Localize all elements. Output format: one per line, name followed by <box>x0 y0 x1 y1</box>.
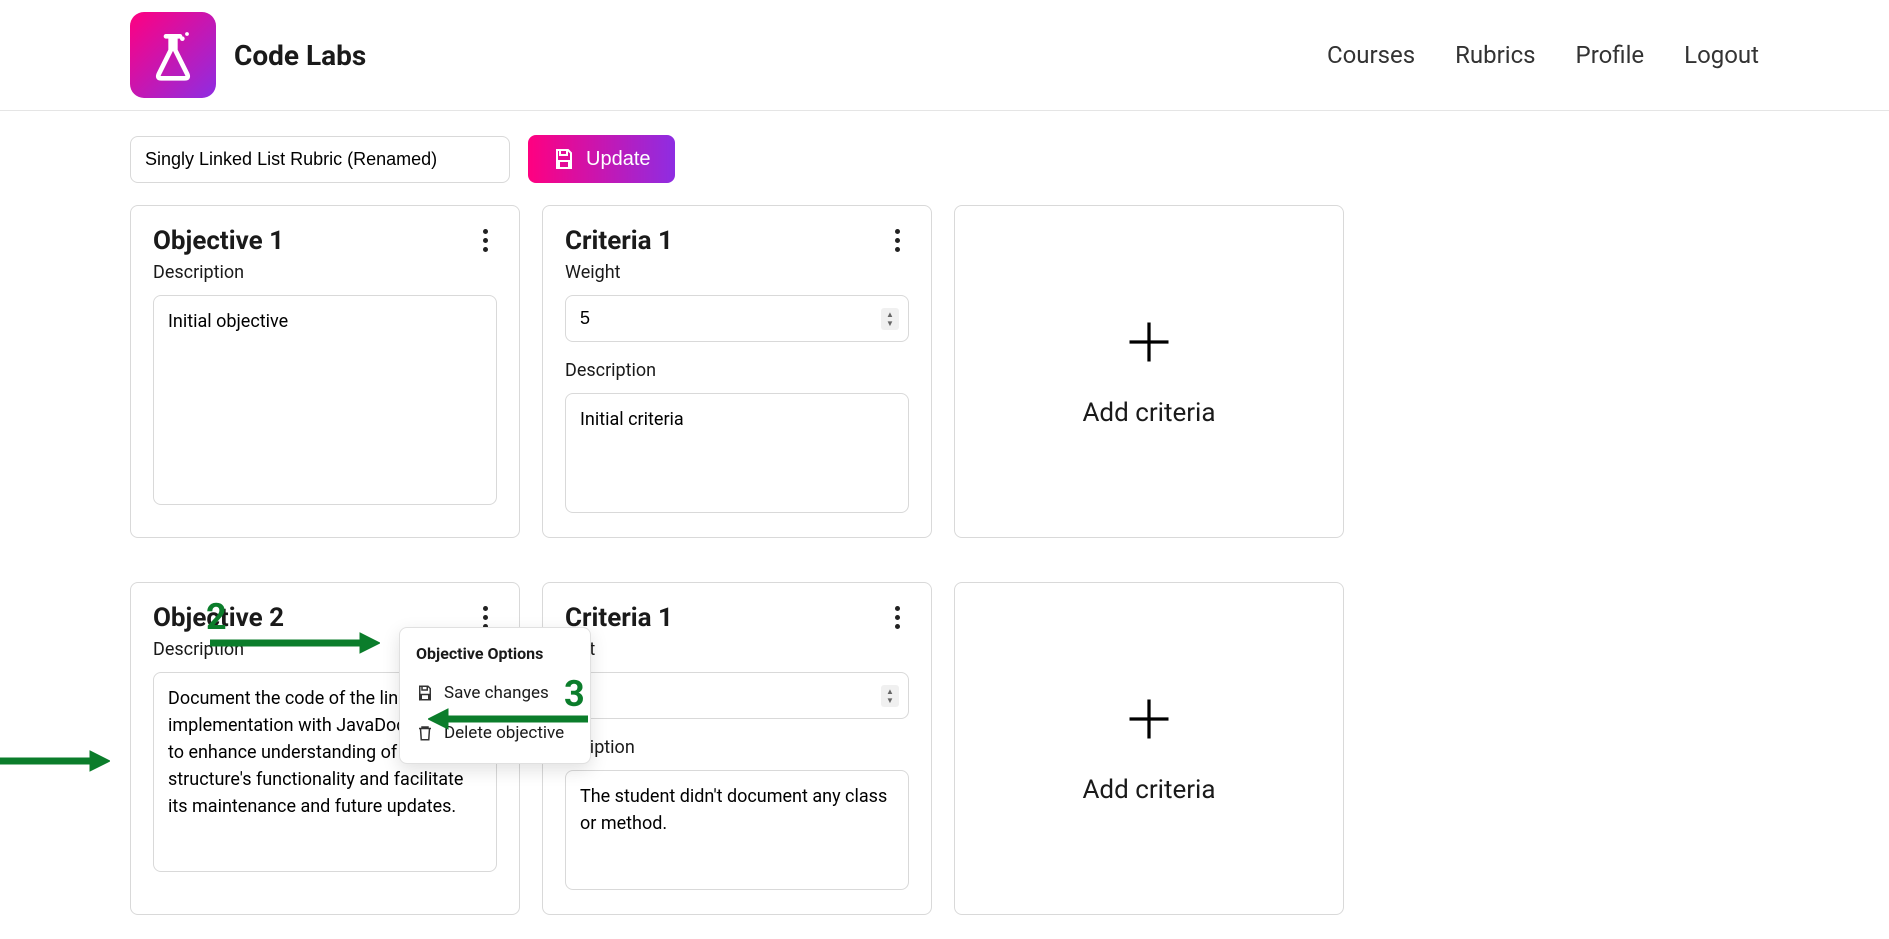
criteria-2-1-menu-icon[interactable] <box>885 603 909 631</box>
row-1: Objective 1 Description Criteria 1 Weigh… <box>130 205 1759 538</box>
flask-icon <box>145 27 201 83</box>
save-icon <box>416 684 434 702</box>
criteria-1-1-weight-label: Weight <box>565 262 909 283</box>
criteria-1-1-weight-input[interactable] <box>565 295 909 342</box>
main-container: Update Objective 1 Description Criteria … <box>0 111 1889 939</box>
criteria-1-1-desc-label: Description <box>565 360 909 381</box>
popup-delete-objective[interactable]: Delete objective <box>400 713 590 753</box>
criteria-2-1-weight-input[interactable] <box>565 672 909 719</box>
objective-1-title: Objective 1 <box>153 226 284 256</box>
rows: Objective 1 Description Criteria 1 Weigh… <box>130 205 1759 915</box>
plus-icon <box>1123 693 1175 745</box>
add-criteria-2[interactable]: Add criteria <box>954 582 1344 915</box>
criteria-2-1-weight-label: ight <box>565 639 909 660</box>
plus-icon <box>1123 316 1175 368</box>
popup-delete-label: Delete objective <box>444 723 564 743</box>
annotation-1-arrow <box>0 749 110 773</box>
criteria-2-1-desc-input[interactable] <box>565 770 909 890</box>
objective-options-popup: Objective Options Save changes Delete ob… <box>399 627 591 764</box>
add-criteria-1[interactable]: Add criteria <box>954 205 1344 538</box>
criteria-1-1-desc-input[interactable] <box>565 393 909 513</box>
nav-links: Courses Rubrics Profile Logout <box>1327 41 1759 69</box>
popup-save-label: Save changes <box>444 683 549 703</box>
row-2: Objective 2 Description Objective Option… <box>130 582 1759 915</box>
popup-save-changes[interactable]: Save changes <box>400 673 590 713</box>
brand-name: Code Labs <box>234 39 366 72</box>
objective-1-card: Objective 1 Description <box>130 205 520 538</box>
rubric-header-row: Update <box>130 135 1759 183</box>
add-criteria-1-label: Add criteria <box>1082 398 1215 428</box>
criteria-1-1-title: Criteria 1 <box>565 226 673 256</box>
save-icon <box>552 147 576 171</box>
brand: Code Labs <box>130 12 366 98</box>
stepper-icon[interactable]: ▲▼ <box>881 685 899 707</box>
objective-1-menu-icon[interactable] <box>473 226 497 254</box>
stepper-icon[interactable]: ▲▼ <box>881 308 899 330</box>
nav-profile[interactable]: Profile <box>1576 41 1645 69</box>
update-label: Update <box>586 148 651 171</box>
add-criteria-2-label: Add criteria <box>1082 775 1215 805</box>
criteria-1-1-card: Criteria 1 Weight ▲▼ Description <box>542 205 932 538</box>
criteria-2-1-desc-label: scription <box>565 737 909 758</box>
nav-rubrics[interactable]: Rubrics <box>1455 41 1535 69</box>
objective-1-desc-input[interactable] <box>153 295 497 505</box>
nav-logout[interactable]: Logout <box>1684 41 1759 69</box>
objective-2-title: Objective 2 <box>153 603 284 633</box>
rubric-name-input[interactable] <box>130 136 510 183</box>
objective-2-card: Objective 2 Description Objective Option… <box>130 582 520 915</box>
objective-1-desc-label: Description <box>153 262 497 283</box>
criteria-2-1-card: Criteria 1 ight ▲▼ scription <box>542 582 932 915</box>
criteria-1-1-menu-icon[interactable] <box>885 226 909 254</box>
popup-title: Objective Options <box>400 638 590 673</box>
update-button[interactable]: Update <box>528 135 675 183</box>
logo <box>130 12 216 98</box>
trash-icon <box>416 724 434 742</box>
nav-courses[interactable]: Courses <box>1327 41 1415 69</box>
topbar: Code Labs Courses Rubrics Profile Logout <box>0 0 1889 111</box>
